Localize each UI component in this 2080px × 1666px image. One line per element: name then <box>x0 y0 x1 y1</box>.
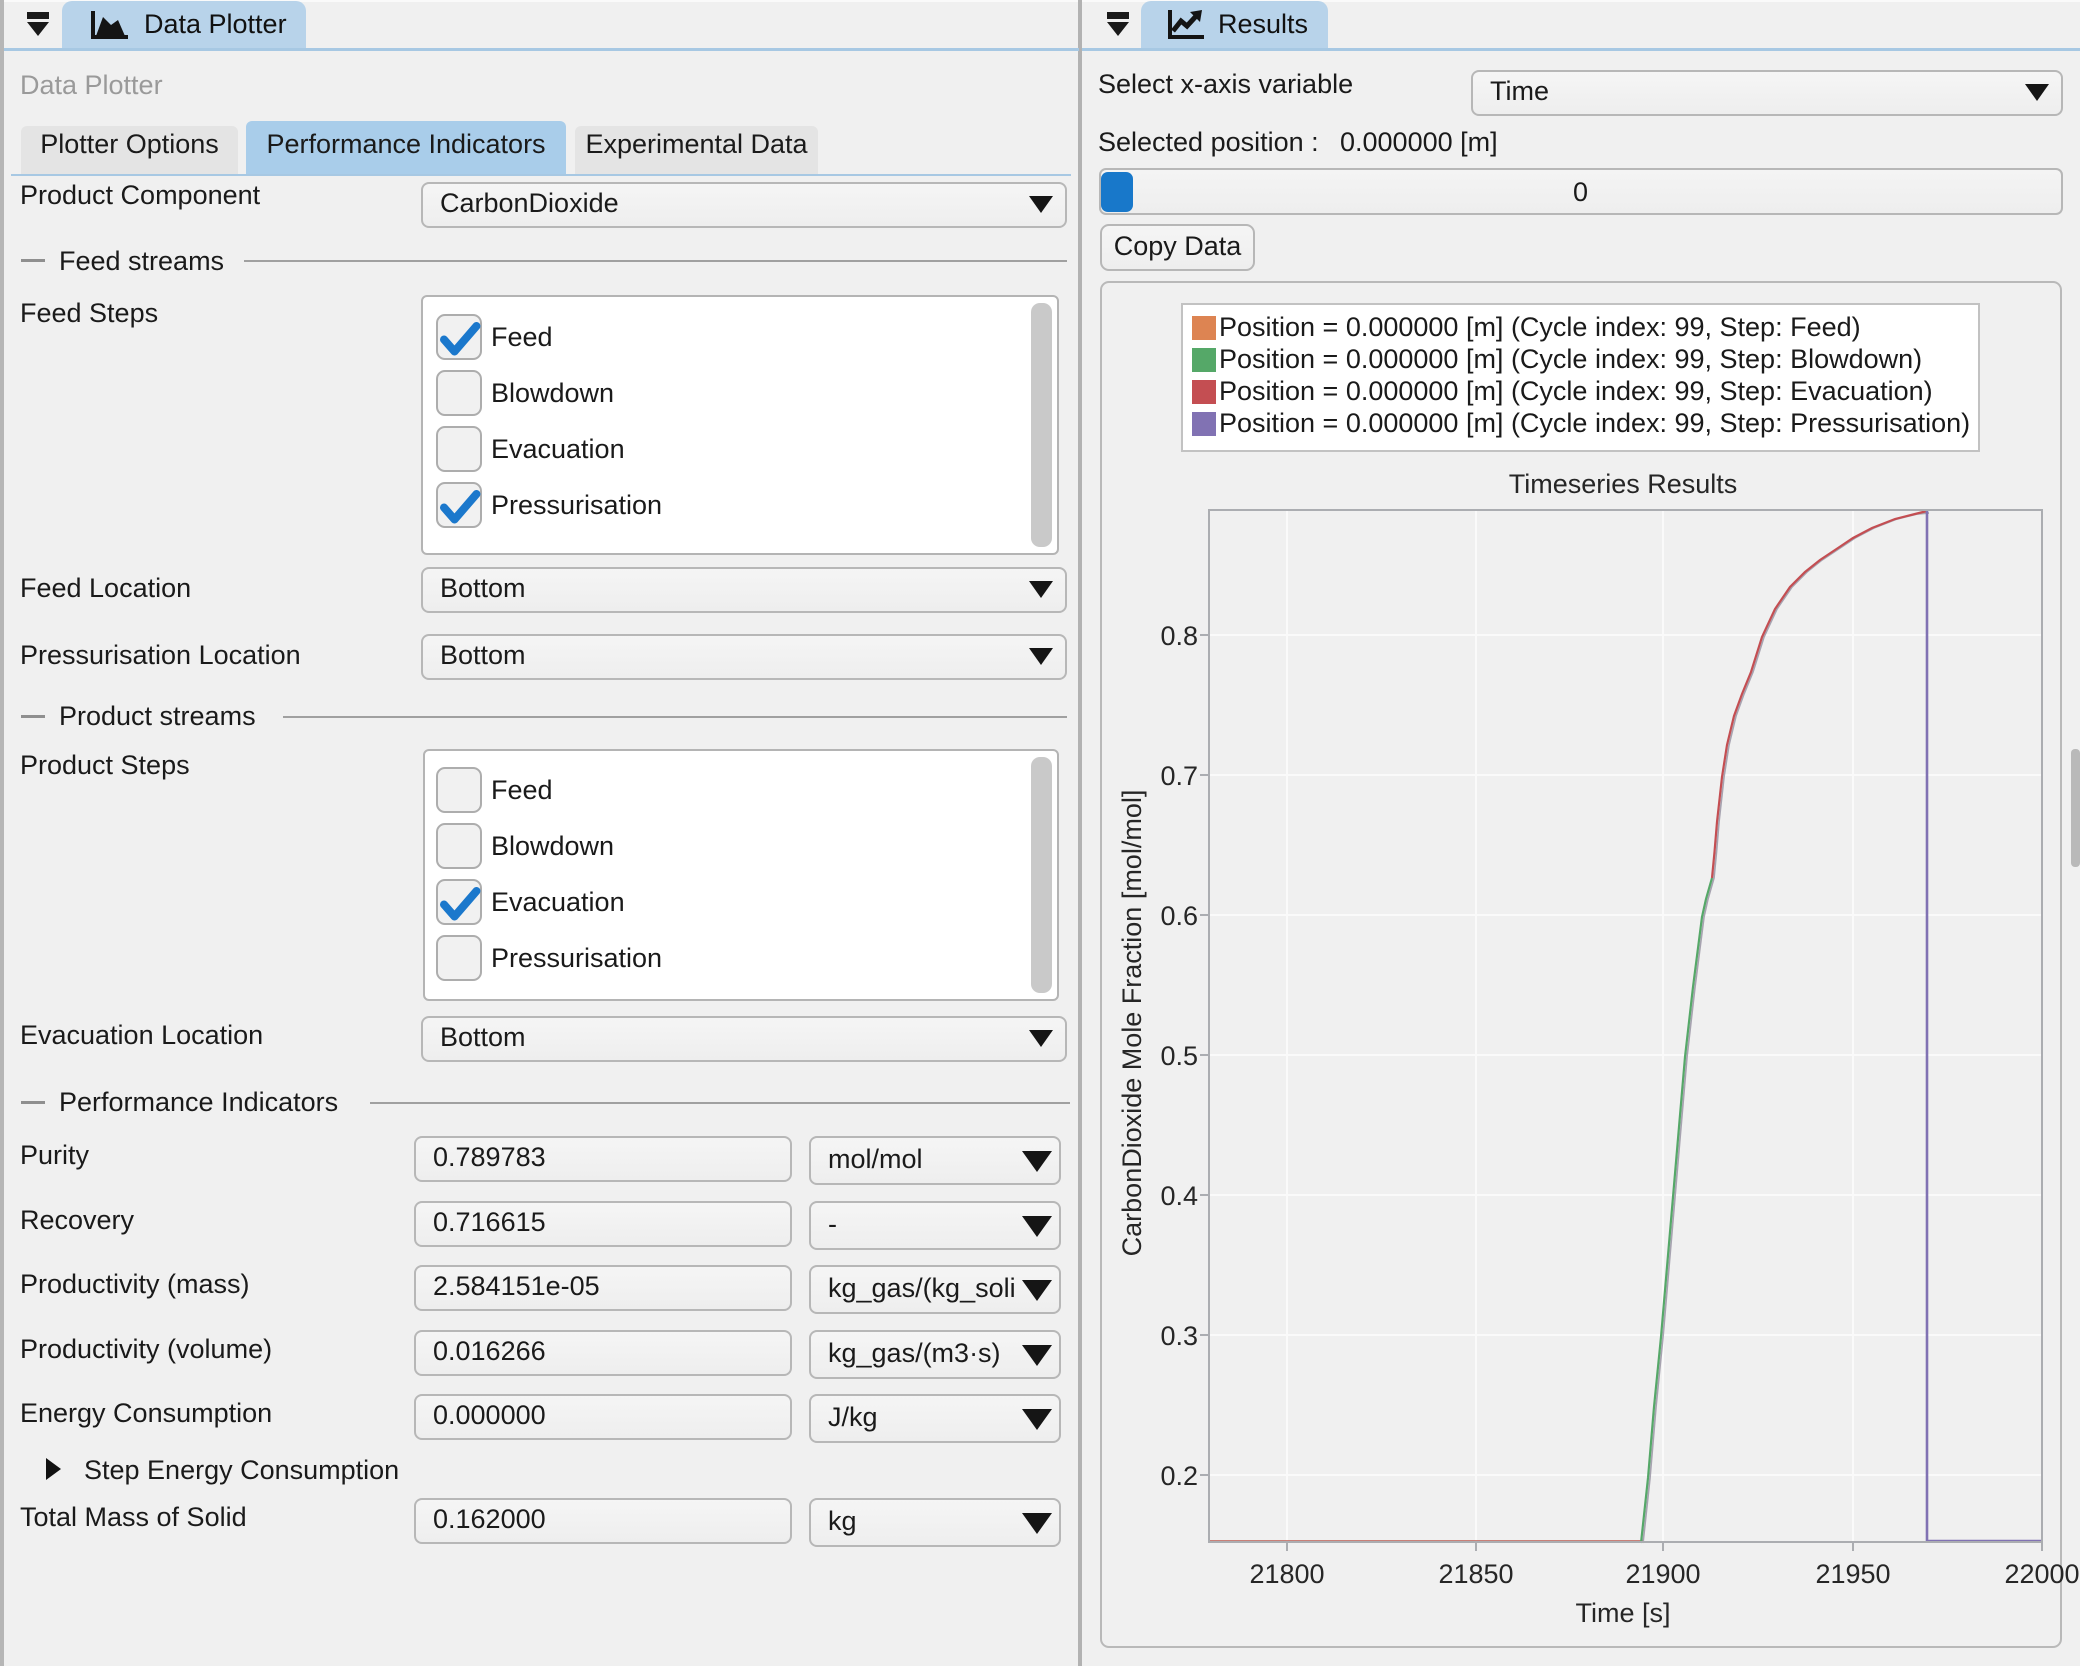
svg-text:0.5: 0.5 <box>1160 1041 1198 1071</box>
svg-text:0.4: 0.4 <box>1160 1181 1198 1211</box>
svg-text:0.8: 0.8 <box>1160 621 1198 651</box>
svg-text:21900: 21900 <box>1625 1559 1700 1589</box>
svg-text:0.2: 0.2 <box>1160 1461 1198 1491</box>
svg-text:0.7: 0.7 <box>1160 761 1198 791</box>
svg-text:CarbonDioxide Mole Fraction [m: CarbonDioxide Mole Fraction [mol/mol] <box>1117 790 1147 1257</box>
svg-text:0.6: 0.6 <box>1160 901 1198 931</box>
svg-text:21800: 21800 <box>1249 1559 1324 1589</box>
svg-text:21850: 21850 <box>1438 1559 1513 1589</box>
svg-text:Time [s]: Time [s] <box>1575 1598 1670 1628</box>
svg-text:0.3: 0.3 <box>1160 1321 1198 1351</box>
svg-text:Timeseries Results: Timeseries Results <box>1509 469 1738 499</box>
svg-text:22000: 22000 <box>2004 1559 2079 1589</box>
svg-text:21950: 21950 <box>1815 1559 1890 1589</box>
